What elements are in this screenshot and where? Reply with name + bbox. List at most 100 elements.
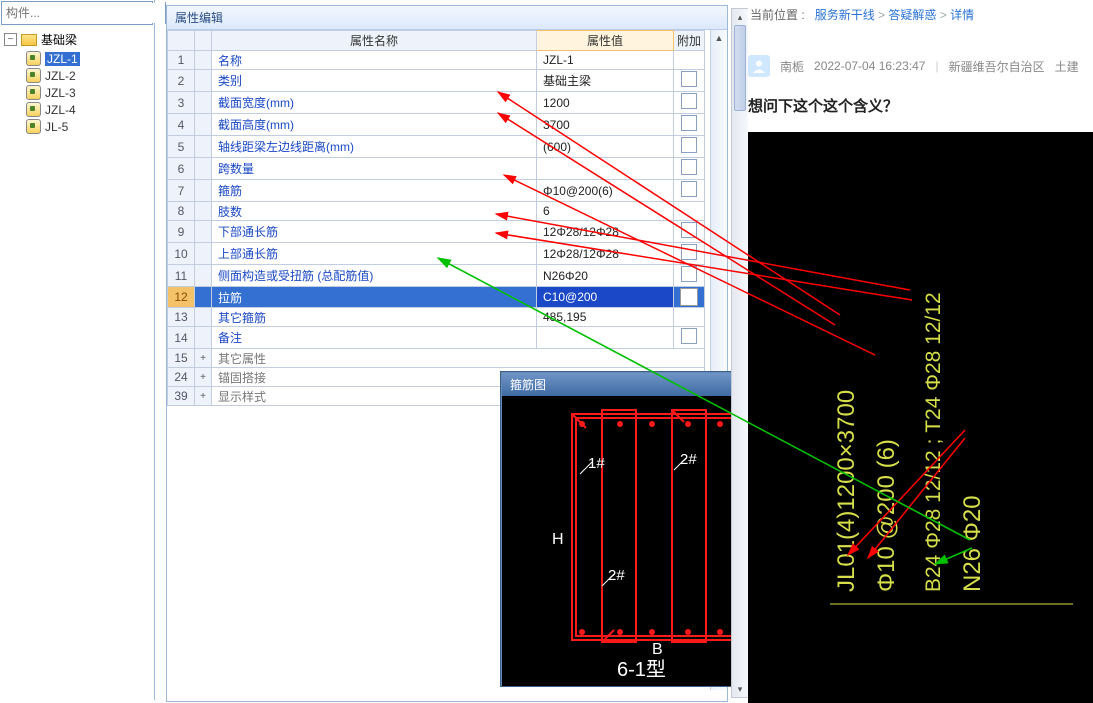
col-value: 属性值 [537, 31, 674, 51]
prop-value[interactable]: 1200 [537, 92, 674, 114]
row-index: 7 [168, 180, 195, 202]
expand-icon[interactable]: + [195, 387, 212, 406]
prop-name: 箍筋 [212, 180, 537, 202]
checkbox[interactable] [681, 115, 697, 131]
scrollbar-thumb[interactable] [734, 25, 746, 111]
prop-value[interactable]: 12Φ28/12Φ28 [537, 243, 674, 265]
search-input[interactable] [2, 3, 165, 23]
crumb-3[interactable]: 详情 [950, 8, 974, 22]
grid-row[interactable]: 9下部通长筋12Φ28/12Φ28 [168, 221, 705, 243]
prop-value[interactable]: JZL-1 [537, 51, 674, 70]
prop-value[interactable]: 3700 [537, 114, 674, 136]
user-icon [752, 59, 766, 73]
component-icon [26, 102, 41, 117]
prop-addl[interactable] [674, 180, 705, 202]
scroll-up-icon[interactable]: ▴ [732, 9, 748, 25]
prop-value[interactable]: 485,195 [537, 308, 674, 327]
collapse-icon[interactable]: − [4, 33, 17, 46]
tree-item-label: JZL-3 [45, 86, 76, 100]
cad-line-4: N26 Φ20 [959, 495, 986, 592]
prop-addl[interactable] [674, 202, 705, 221]
grid-row[interactable]: 1名称JZL-1 [168, 51, 705, 70]
mark-2a: 2# [680, 451, 697, 468]
grid-row[interactable]: 11 侧面构造或受扭筋 (总配筋值)N26Φ20 [168, 265, 705, 287]
svg-text:B: B [652, 641, 663, 658]
checkbox[interactable] [681, 93, 697, 109]
prop-value[interactable] [537, 327, 674, 349]
grid-row[interactable]: 12拉筋C10@200… [168, 287, 705, 308]
tree-item[interactable]: JZL-3 [0, 84, 154, 101]
checkbox[interactable] [681, 328, 697, 344]
prop-value[interactable]: Φ10@200(6) [537, 180, 674, 202]
checkbox[interactable] [681, 159, 697, 175]
prop-addl[interactable] [674, 221, 705, 243]
row-index: 14 [168, 327, 195, 349]
grid-row[interactable]: 14备注 [168, 327, 705, 349]
checkbox[interactable] [681, 244, 697, 260]
crumb-1[interactable]: 服务新干线 [815, 8, 875, 22]
prop-value[interactable]: 12Φ28/12Φ28 [537, 221, 674, 243]
checkbox[interactable] [681, 181, 697, 197]
tree-item[interactable]: JL-5 [0, 118, 154, 135]
tree-item[interactable]: JZL-1 [0, 50, 154, 67]
prop-addl[interactable] [674, 136, 705, 158]
grid-row[interactable]: 3截面宽度(mm)1200 [168, 92, 705, 114]
grid-row[interactable]: 5轴线距梁左边线距离(mm)(600) [168, 136, 705, 158]
grid-row[interactable]: 10上部通长筋12Φ28/12Φ28 [168, 243, 705, 265]
row-index: 13 [168, 308, 195, 327]
avatar[interactable] [748, 55, 770, 77]
viewport-scrollbar[interactable]: ▴ ▾ [731, 8, 749, 698]
checkbox[interactable] [681, 137, 697, 153]
prop-name: 拉筋 [212, 287, 537, 308]
grid-row[interactable]: 6跨数量 [168, 158, 705, 180]
forum-panel: 当前位置 : 服务新干线 > 答疑解惑 > 详情 南栀 2022-07-04 1… [748, 0, 1093, 703]
grid-row[interactable]: 2类别基础主梁 [168, 70, 705, 92]
tree-root[interactable]: − 基础梁 [0, 29, 154, 50]
prop-name: 侧面构造或受扭筋 (总配筋值) [212, 265, 537, 287]
prop-addl[interactable] [674, 70, 705, 92]
prop-addl[interactable] [674, 158, 705, 180]
expand-icon[interactable]: + [195, 368, 212, 387]
ellipsis-button[interactable]: … [680, 288, 698, 306]
prop-addl[interactable]: … [674, 287, 705, 308]
post-user[interactable]: 南栀 [780, 58, 804, 75]
prop-addl[interactable] [674, 308, 705, 327]
grid-header: 属性名称 属性值 附加 [168, 31, 705, 51]
grid-row[interactable]: 4截面高度(mm)3700 [168, 114, 705, 136]
row-index: 9 [168, 221, 195, 243]
expand-icon[interactable]: + [195, 349, 212, 368]
prop-value[interactable]: 6 [537, 202, 674, 221]
grid-group-row[interactable]: 15+其它属性 [168, 349, 705, 368]
prop-addl[interactable] [674, 265, 705, 287]
scroll-down-icon[interactable]: ▾ [732, 681, 748, 697]
checkbox[interactable] [681, 71, 697, 87]
checkbox[interactable] [681, 222, 697, 238]
prop-value[interactable]: (600) [537, 136, 674, 158]
grid-row[interactable]: 13其它箍筋485,195 [168, 308, 705, 327]
prop-addl[interactable] [674, 243, 705, 265]
component-icon [26, 119, 41, 134]
scroll-up-icon[interactable]: ▲ [711, 30, 727, 46]
prop-value[interactable]: N26Φ20 [537, 265, 674, 287]
prop-name: 跨数量 [212, 158, 537, 180]
property-grid[interactable]: 属性名称 属性值 附加 1名称JZL-12类别基础主梁3截面宽度(mm)1200… [167, 30, 705, 406]
grid-row[interactable]: 8肢数6 [168, 202, 705, 221]
checkbox[interactable] [681, 266, 697, 282]
prop-addl[interactable] [674, 327, 705, 349]
prop-addl[interactable] [674, 51, 705, 70]
row-index: 5 [168, 136, 195, 158]
crumb-2[interactable]: 答疑解惑 [888, 8, 936, 22]
tree-item-label: JZL-1 [45, 52, 80, 66]
prop-value[interactable] [537, 158, 674, 180]
breadcrumb: 当前位置 : 服务新干线 > 答疑解惑 > 详情 [748, 0, 1093, 29]
prop-addl[interactable] [674, 92, 705, 114]
post-region2: 土建 [1055, 58, 1079, 75]
prop-addl[interactable] [674, 114, 705, 136]
row-index: 2 [168, 70, 195, 92]
tree-item[interactable]: JZL-4 [0, 101, 154, 118]
prop-value[interactable]: 基础主梁 [537, 70, 674, 92]
tree-item[interactable]: JZL-2 [0, 67, 154, 84]
row-index: 11 [168, 265, 195, 287]
prop-value[interactable]: C10@200 [537, 287, 674, 308]
grid-row[interactable]: 7 箍筋Φ10@200(6) [168, 180, 705, 202]
